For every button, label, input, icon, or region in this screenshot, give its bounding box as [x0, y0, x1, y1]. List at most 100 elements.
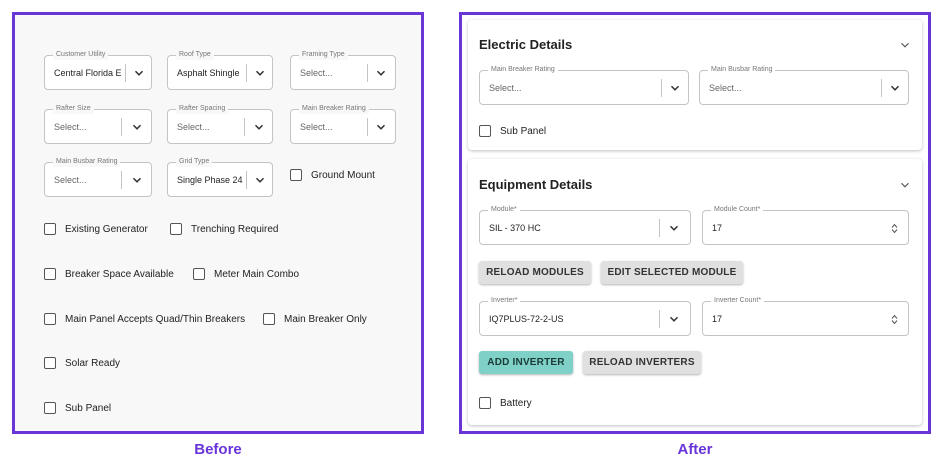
number-stepper-icon[interactable] [890, 314, 899, 325]
inverter-select[interactable]: Inverter* IQ7PLUS-72-2-US [479, 296, 691, 336]
ground-mount-checkbox[interactable]: Ground Mount [290, 169, 375, 181]
module-count-label: Module Count* [711, 205, 764, 215]
breaker-space-label: Breaker Space Available [65, 268, 174, 280]
checkbox-box[interactable] [44, 223, 56, 235]
trenching-required-label: Trenching Required [191, 223, 279, 235]
chevron-down-icon [253, 66, 267, 80]
meter-main-combo-label: Meter Main Combo [214, 268, 300, 280]
rafter-size-value: Select... [54, 122, 87, 132]
customer-utility-value: Central Florida E.. [54, 68, 122, 78]
main-breaker-rating-value: Select... [300, 122, 333, 132]
checkbox-box[interactable] [290, 169, 302, 181]
edit-selected-module-button[interactable]: EDIT SELECTED MODULE [601, 261, 743, 284]
battery-checkbox[interactable]: Battery [479, 397, 532, 409]
customer-utility-label: Customer Utility [53, 50, 109, 60]
sub-panel-checkbox[interactable]: Sub Panel [44, 402, 111, 414]
before-caption: Before [194, 441, 242, 458]
checkbox-box[interactable] [193, 268, 205, 280]
checkbox-box[interactable] [479, 397, 491, 409]
module-count-value: 17 [712, 223, 723, 233]
electric-details-title: Electric Details [479, 37, 573, 52]
module-label: Module* [488, 205, 520, 215]
framing-type-label: Framing Type [299, 50, 348, 60]
main-busbar-rating-label: Main Busbar Rating [53, 157, 121, 167]
equipment-details-title: Equipment Details [479, 177, 593, 192]
grid-type-select[interactable]: Grid Type Single Phase 24.. [167, 157, 273, 197]
module-count-input[interactable]: Module Count* 17 [702, 205, 909, 245]
quad-thin-breakers-checkbox[interactable]: Main Panel Accepts Quad/Thin Breakers [44, 313, 245, 325]
checkbox-box[interactable] [263, 313, 275, 325]
rafter-size-select[interactable]: Rafter Size Select... [44, 104, 152, 144]
quad-thin-breakers-label: Main Panel Accepts Quad/Thin Breakers [65, 313, 246, 325]
grid-type-label: Grid Type [176, 157, 213, 167]
rafter-spacing-select[interactable]: Rafter Spacing Select... [167, 104, 273, 144]
main-breaker-rating-select[interactable]: Main Breaker Rating Select... [290, 104, 396, 144]
main-busbar-rating-value: Select... [54, 175, 87, 185]
roof-type-select[interactable]: Roof Type Asphalt Shingle [167, 50, 273, 90]
ground-mount-label: Ground Mount [311, 169, 375, 181]
inverter-count-value: 17 [712, 314, 723, 324]
chevron-down-icon [667, 221, 681, 235]
roof-type-value: Asphalt Shingle [177, 68, 240, 78]
trenching-required-checkbox[interactable]: Trenching Required [170, 223, 278, 235]
inverter-label: Inverter* [488, 296, 521, 306]
solar-ready-checkbox[interactable]: Solar Ready [44, 357, 120, 369]
chevron-down-icon[interactable] [898, 38, 912, 52]
reload-inverters-button[interactable]: RELOAD INVERTERS [583, 351, 701, 374]
main-breaker-rating-value: Select... [489, 83, 522, 93]
solar-ready-label: Solar Ready [65, 357, 121, 369]
rafter-spacing-value: Select... [177, 122, 210, 132]
rafter-spacing-label: Rafter Spacing [176, 104, 229, 114]
reload-modules-button[interactable]: RELOAD MODULES [479, 261, 591, 284]
framing-type-value: Select... [300, 68, 333, 78]
main-breaker-rating-label: Main Breaker Rating [299, 104, 369, 114]
meter-main-combo-checkbox[interactable]: Meter Main Combo [193, 268, 299, 280]
roof-type-label: Roof Type [176, 50, 214, 60]
main-breaker-only-checkbox[interactable]: Main Breaker Only [263, 313, 367, 325]
electric-details-card: Electric Details Main Breaker Rating Sel… [468, 20, 922, 150]
chevron-down-icon [132, 66, 146, 80]
customer-utility-select[interactable]: Customer Utility Central Florida E.. [44, 50, 152, 90]
main-breaker-rating-select[interactable]: Main Breaker Rating Select... [479, 65, 689, 105]
main-busbar-rating-value: Select... [709, 83, 742, 93]
framing-type-select[interactable]: Framing Type Select... [290, 50, 396, 90]
chevron-down-icon [253, 173, 267, 187]
checkbox-box[interactable] [44, 268, 56, 280]
main-breaker-rating-label: Main Breaker Rating [488, 65, 558, 75]
chevron-down-icon [888, 81, 902, 95]
checkbox-box[interactable] [479, 125, 491, 137]
inverter-count-input[interactable]: Inverter Count* 17 [702, 296, 909, 336]
inverter-count-label: Inverter Count* [711, 296, 765, 306]
rafter-size-label: Rafter Size [53, 104, 94, 114]
chevron-down-icon [130, 173, 144, 187]
grid-type-value: Single Phase 24.. [177, 175, 243, 185]
chevron-down-icon [374, 66, 388, 80]
inverter-value: IQ7PLUS-72-2-US [489, 314, 564, 324]
main-busbar-rating-select[interactable]: Main Busbar Rating Select... [699, 65, 909, 105]
chevron-down-icon [668, 81, 682, 95]
module-select[interactable]: Module* SIL - 370 HC [479, 205, 691, 245]
main-busbar-rating-select[interactable]: Main Busbar Rating Select... [44, 157, 152, 197]
chevron-down-icon [667, 312, 681, 326]
main-busbar-rating-label: Main Busbar Rating [708, 65, 776, 75]
existing-generator-label: Existing Generator [65, 223, 148, 235]
checkbox-box[interactable] [44, 357, 56, 369]
number-stepper-icon[interactable] [890, 223, 899, 234]
module-value: SIL - 370 HC [489, 223, 541, 233]
equipment-details-card: Equipment Details Module* SIL - 370 HC M… [468, 159, 922, 425]
sub-panel-checkbox[interactable]: Sub Panel [479, 125, 546, 137]
chevron-down-icon [130, 120, 144, 134]
existing-generator-checkbox[interactable]: Existing Generator [44, 223, 148, 235]
chevron-down-icon[interactable] [898, 178, 912, 192]
battery-label: Battery [500, 397, 532, 409]
checkbox-box[interactable] [44, 402, 56, 414]
add-inverter-button[interactable]: ADD INVERTER [479, 351, 573, 374]
checkbox-box[interactable] [170, 223, 182, 235]
sub-panel-label: Sub Panel [500, 125, 547, 137]
after-caption: After [677, 441, 713, 458]
checkbox-box[interactable] [44, 313, 56, 325]
main-breaker-only-label: Main Breaker Only [284, 313, 367, 325]
after-panel: Electric Details Main Breaker Rating Sel… [459, 12, 931, 434]
sub-panel-label: Sub Panel [65, 402, 112, 414]
breaker-space-checkbox[interactable]: Breaker Space Available [44, 268, 174, 280]
